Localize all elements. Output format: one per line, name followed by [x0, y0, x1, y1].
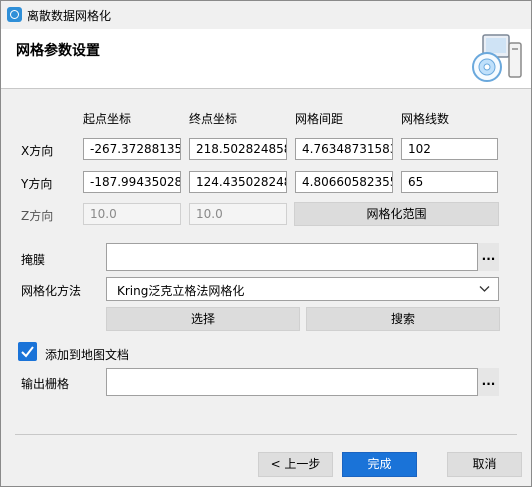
- mask-browse-button[interactable]: ...: [477, 243, 499, 271]
- method-selected-value: Kring泛克立格法网格化: [117, 284, 245, 298]
- footer-divider: [15, 434, 517, 435]
- x-start-input[interactable]: -267.372881355: [83, 138, 181, 160]
- col-header-spacing: 网格间距: [295, 112, 344, 126]
- chevron-down-icon: [479, 286, 490, 292]
- col-header-count: 网格线数: [401, 112, 450, 126]
- output-raster-input[interactable]: [106, 368, 499, 396]
- z-end-input: 10.0: [189, 203, 287, 225]
- add-to-map-label: 添加到地图文档: [45, 348, 130, 362]
- mask-input[interactable]: [106, 243, 499, 271]
- title-bar: 离散数据网格化: [1, 1, 531, 29]
- z-direction-label: Z方向: [21, 209, 54, 223]
- output-label: 输出栅格: [21, 377, 70, 391]
- grid-range-button[interactable]: 网格化范围: [294, 202, 499, 226]
- method-select[interactable]: Kring泛克立格法网格化: [106, 277, 499, 301]
- disc-computer-icon: [472, 34, 522, 82]
- y-start-input[interactable]: -187.994350282: [83, 171, 181, 193]
- y-spacing-input[interactable]: 4.80660582355: [295, 171, 393, 193]
- dialog-window: 离散数据网格化 网格参数设置 起点坐标 终点坐标 网格间距 网格线数 X方向 -…: [0, 0, 532, 487]
- x-count-input[interactable]: 102: [401, 138, 498, 160]
- checkmark-icon: [21, 346, 34, 358]
- x-direction-label: X方向: [21, 144, 54, 158]
- x-spacing-input[interactable]: 4.76348731583: [295, 138, 393, 160]
- app-icon: [7, 7, 22, 22]
- window-title: 离散数据网格化: [27, 9, 112, 23]
- finish-button[interactable]: 完成: [342, 452, 417, 477]
- method-label: 网格化方法: [21, 284, 82, 298]
- mask-label: 掩膜: [21, 253, 46, 267]
- cancel-button[interactable]: 取消: [447, 452, 522, 477]
- y-direction-label: Y方向: [21, 177, 53, 191]
- y-end-input[interactable]: 124.435028248: [189, 171, 287, 193]
- wizard-header: 网格参数设置: [1, 29, 531, 89]
- back-button[interactable]: < 上一步: [258, 452, 333, 477]
- z-start-input: 10.0: [83, 203, 181, 225]
- col-header-end: 终点坐标: [189, 112, 238, 126]
- search-button[interactable]: 搜索: [306, 307, 500, 331]
- select-button[interactable]: 选择: [106, 307, 300, 331]
- output-browse-button[interactable]: ...: [477, 368, 499, 396]
- add-to-map-checkbox[interactable]: [18, 342, 37, 361]
- y-count-input[interactable]: 65: [401, 171, 498, 193]
- page-title: 网格参数设置: [16, 43, 100, 59]
- x-end-input[interactable]: 218.502824858: [189, 138, 287, 160]
- col-header-start: 起点坐标: [83, 112, 132, 126]
